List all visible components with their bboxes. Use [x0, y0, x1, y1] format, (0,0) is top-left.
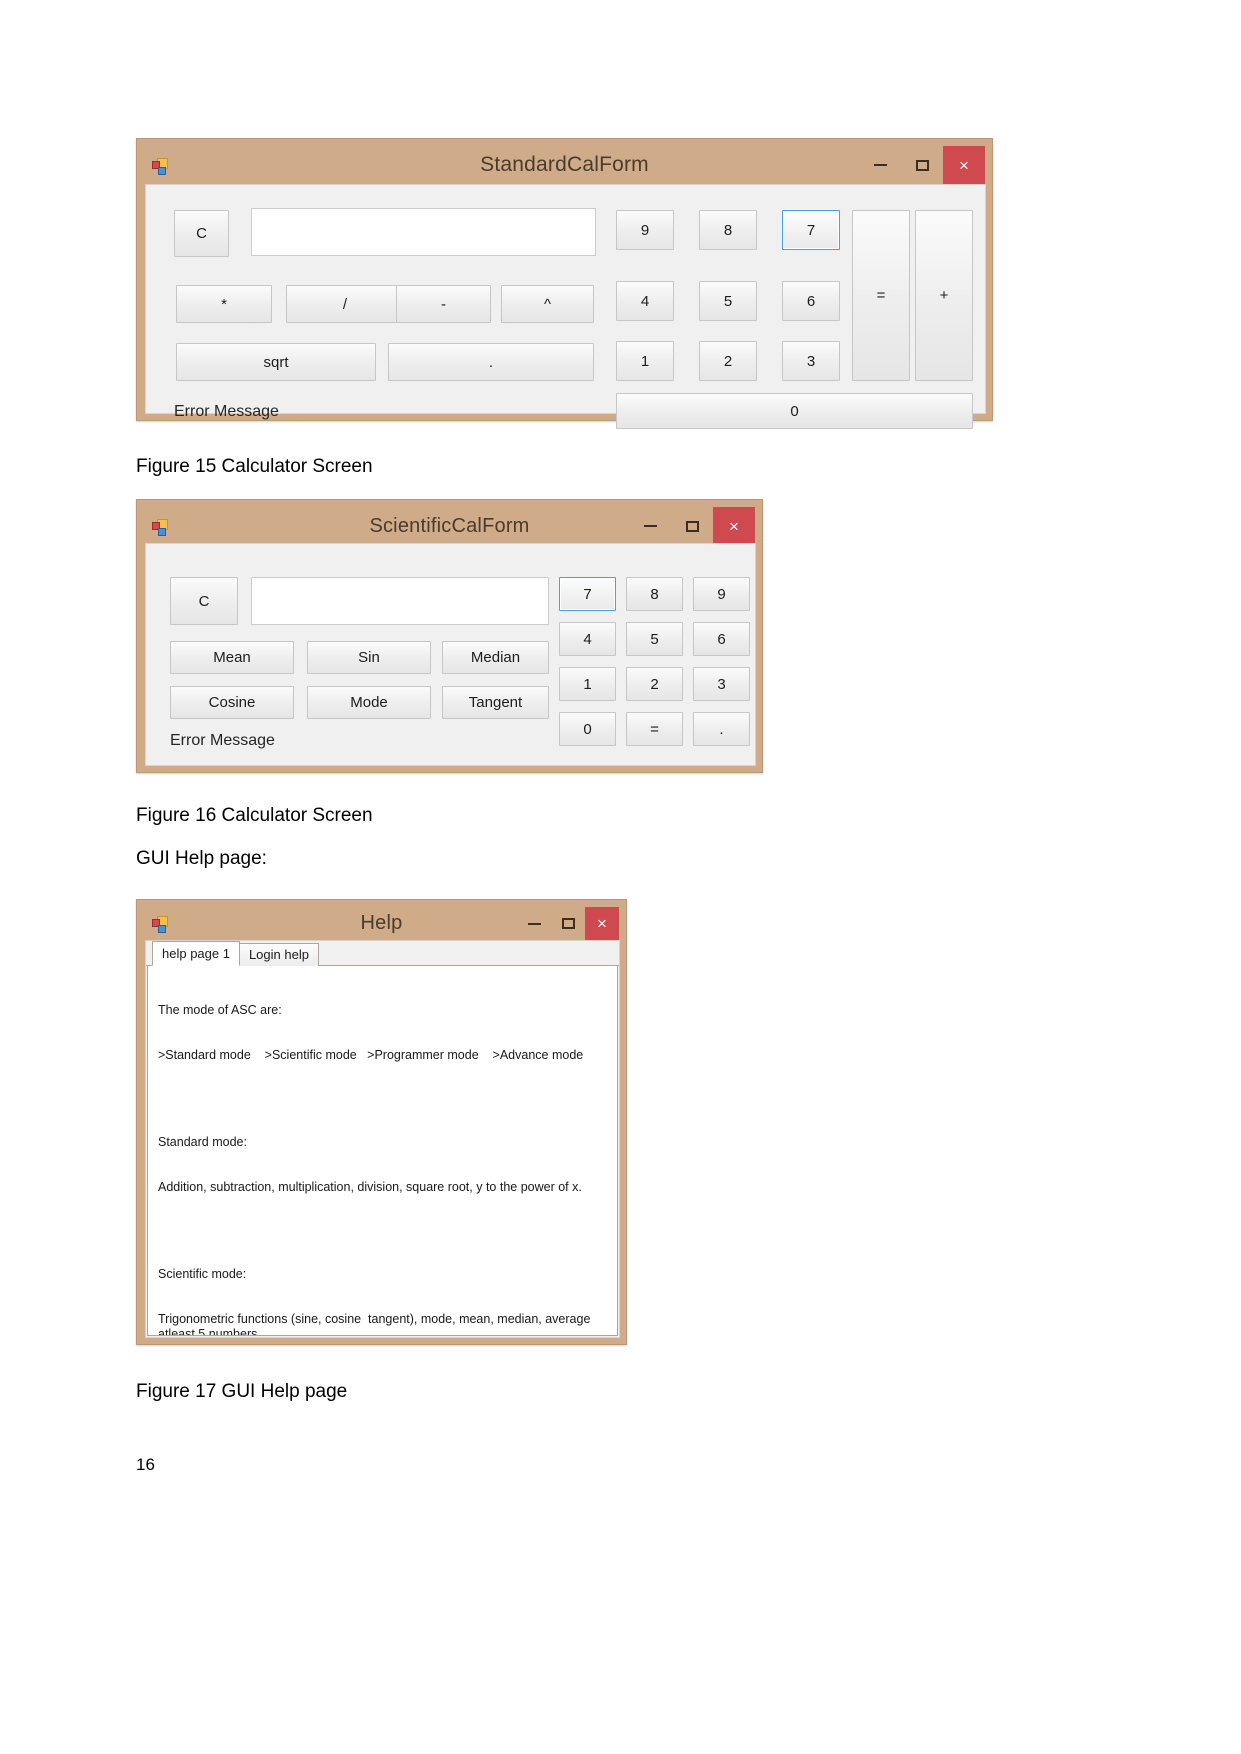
help-standard-block: Standard mode: Addition, subtraction, mu…: [158, 1105, 607, 1225]
help-intro-title: The mode of ASC are:: [158, 1003, 282, 1017]
app-icon: [152, 518, 169, 536]
equals-button[interactable]: =: [626, 712, 683, 746]
digit-7-button[interactable]: 7: [559, 577, 616, 611]
mean-button[interactable]: Mean: [170, 641, 294, 674]
median-button[interactable]: Median: [442, 641, 549, 674]
digit-2-button[interactable]: 2: [626, 667, 683, 701]
figure-17-caption: Figure 17 GUI Help page: [136, 1381, 348, 1402]
display-input[interactable]: [251, 208, 596, 256]
scientific-window-controls: ×: [629, 507, 755, 545]
digit-8-button[interactable]: 8: [699, 210, 757, 250]
sin-button[interactable]: Sin: [307, 641, 431, 674]
figure-16-caption: Figure 16 Calculator Screen: [136, 805, 373, 826]
scientific-calculator-window: ScientificCalForm × C Mean Sin Median Co…: [136, 499, 763, 773]
decimal-button[interactable]: .: [388, 343, 594, 381]
cosine-button[interactable]: Cosine: [170, 686, 294, 719]
standard-calculator-window: StandardCalForm × C * / - ^ sqrt . Error…: [136, 138, 993, 429]
plus-button[interactable]: +: [915, 210, 973, 381]
multiply-button[interactable]: *: [176, 285, 272, 323]
mode-button[interactable]: Mode: [307, 686, 431, 719]
digit-1-button[interactable]: 1: [559, 667, 616, 701]
minimize-button[interactable]: [629, 507, 671, 545]
help-scientific-body: Trigonometric functions (sine, cosine ta…: [158, 1312, 591, 1336]
digit-5-button[interactable]: 5: [626, 622, 683, 656]
digit-1-button[interactable]: 1: [616, 341, 674, 381]
tab-help-page-1[interactable]: help page 1: [152, 941, 240, 966]
help-intro-block: The mode of ASC are: >Standard mode >Sci…: [158, 973, 607, 1093]
close-button[interactable]: ×: [713, 507, 755, 545]
digit-3-button[interactable]: 3: [693, 667, 750, 701]
help-scientific-heading: Scientific mode:: [158, 1267, 247, 1281]
digit-6-button[interactable]: 6: [693, 622, 750, 656]
help-window: Help × help page 1 Login help The mode o…: [136, 899, 627, 1345]
digit-4-button[interactable]: 4: [616, 281, 674, 321]
help-window-controls: ×: [517, 907, 619, 940]
digit-2-button[interactable]: 2: [699, 341, 757, 381]
minimize-button[interactable]: [859, 146, 901, 184]
document-page: StandardCalForm × C * / - ^ sqrt . Error…: [0, 0, 1241, 1754]
standard-window-controls: ×: [859, 146, 985, 184]
divide-button[interactable]: /: [286, 285, 404, 323]
display-input[interactable]: [251, 577, 549, 625]
help-standard-body: Addition, subtraction, multiplication, d…: [158, 1180, 582, 1194]
page-number: 16: [136, 1455, 155, 1474]
digit-6-button[interactable]: 6: [782, 281, 840, 321]
figure-15-caption: Figure 15 Calculator Screen: [136, 456, 373, 477]
digit-9-button[interactable]: 9: [693, 577, 750, 611]
standard-window-titlebar[interactable]: StandardCalForm ×: [144, 146, 985, 184]
app-icon: [152, 157, 169, 175]
error-message-label: Error Message: [170, 732, 275, 749]
digit-0-button[interactable]: 0: [559, 712, 616, 746]
digit-3-button[interactable]: 3: [782, 341, 840, 381]
close-button[interactable]: ×: [943, 146, 985, 184]
digit-9-button[interactable]: 9: [616, 210, 674, 250]
digit-8-button[interactable]: 8: [626, 577, 683, 611]
help-tabstrip: help page 1 Login help: [146, 941, 619, 966]
maximize-button[interactable]: [671, 507, 713, 545]
maximize-button[interactable]: [901, 146, 943, 184]
help-intro-modes: >Standard mode >Scientific mode >Program…: [158, 1048, 584, 1062]
app-icon: [152, 915, 169, 933]
maximize-button[interactable]: [551, 907, 585, 940]
minus-button[interactable]: -: [396, 285, 491, 323]
clear-button[interactable]: C: [170, 577, 238, 625]
scientific-window-titlebar[interactable]: ScientificCalForm ×: [144, 507, 755, 545]
digit-7-button[interactable]: 7: [782, 210, 840, 250]
equals-button[interactable]: =: [852, 210, 910, 381]
help-scientific-block: Scientific mode: Trigonometric functions…: [158, 1237, 607, 1336]
digit-0-button[interactable]: 0: [616, 393, 973, 429]
standard-client-area: C * / - ^ sqrt . Error Message 9 8 7 4 5…: [145, 184, 986, 429]
clear-button[interactable]: C: [174, 210, 229, 257]
decimal-button[interactable]: .: [693, 712, 750, 746]
help-standard-heading: Standard mode:: [158, 1135, 247, 1149]
help-window-titlebar[interactable]: Help ×: [144, 907, 619, 940]
power-button[interactable]: ^: [501, 285, 594, 323]
minimize-button[interactable]: [517, 907, 551, 940]
digit-4-button[interactable]: 4: [559, 622, 616, 656]
help-tab-page-content: The mode of ASC are: >Standard mode >Sci…: [147, 966, 618, 1336]
tab-login-help[interactable]: Login help: [238, 943, 319, 966]
error-message-label: Error Message: [174, 403, 279, 420]
scientific-client-area: C Mean Sin Median Cosine Mode Tangent Er…: [145, 543, 756, 766]
help-client-area: help page 1 Login help The mode of ASC a…: [145, 940, 620, 1338]
tangent-button[interactable]: Tangent: [442, 686, 549, 719]
sqrt-button[interactable]: sqrt: [176, 343, 376, 381]
close-button[interactable]: ×: [585, 907, 619, 940]
digit-5-button[interactable]: 5: [699, 281, 757, 321]
gui-help-heading: GUI Help page:: [136, 848, 267, 869]
